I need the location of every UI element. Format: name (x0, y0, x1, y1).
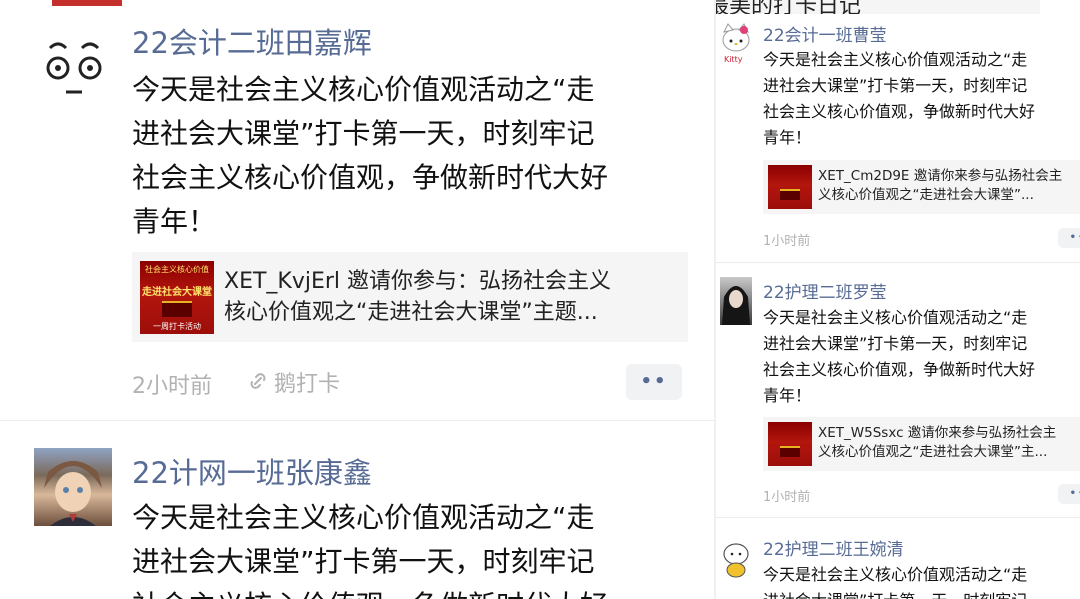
post-text: 今天是社会主义核心价值观活动之“走 进社会大课堂”打卡第一天，时刻牢记 (763, 562, 1080, 599)
link-thumbnail: 社会主义核心价值 走进社会大课堂 一周打卡活动 (140, 261, 214, 334)
feed-post: 22会计二班田嘉辉 今天是社会主义核心价值观活动之“走 进社会大课堂”打卡第一天… (0, 0, 716, 420)
hello-kitty-icon: Kitty (722, 23, 750, 64)
post-text-line: 社会主义核心价值观，争做新时代大好 (132, 161, 609, 194)
post-text: 今天是社会主义核心价值观活动之“走 进社会大课堂”打卡第一天，时刻牢记 社会主义… (132, 68, 702, 244)
avatar[interactable] (720, 277, 752, 325)
author-name[interactable]: 22会计二班田嘉辉 (132, 20, 372, 62)
link-card-text: XET_Cm2D9E 邀请你来参与弘扬社会主 义核心价值观之“走进社会大课堂”.… (818, 167, 1080, 205)
post-text-line: 今天是社会主义核心价值观活动之“走 (763, 565, 1028, 584)
post-time: 1小时前 (763, 490, 811, 505)
post-time: 2小时前 (132, 374, 212, 399)
shared-link-card[interactable]: XET_W5Ssxc 邀请你来参与弘扬社会主 义核心价值观之“走进社会大课堂”主… (763, 417, 1080, 471)
feed-post: 22护理二班王婉清 今天是社会主义核心价值观活动之“走 进社会大课堂”打卡第一天… (716, 518, 1080, 599)
link-card-line: XET_Cm2D9E 邀请你来参与弘扬社会主 (818, 168, 1063, 184)
left-feed-panel: 22会计二班田嘉辉 今天是社会主义核心价值观活动之“走 进社会大课堂”打卡第一天… (0, 0, 716, 599)
portrait-icon (722, 286, 750, 325)
post-text-line: 今天是社会主义核心价值观活动之“走 (763, 50, 1028, 69)
post-text-line: 今天是社会主义核心价值观活动之“走 (132, 501, 595, 534)
author-name[interactable]: 22护理二班罗莹 (763, 278, 887, 303)
link-card-line: XET_KvjErl 邀请你参与：弘扬社会主义 (224, 269, 612, 294)
post-text-line: 青年！ (763, 128, 812, 147)
more-actions-button[interactable]: •• (1058, 484, 1080, 504)
author-name[interactable]: 22会计一班曹莹 (763, 21, 887, 46)
more-actions-button[interactable]: •• (1058, 228, 1080, 248)
link-card-text: XET_KvjErl 邀请你参与：弘扬社会主义 核心价值观之“走进社会大课堂”主… (224, 266, 680, 328)
anime-avatar-icon (44, 461, 102, 526)
right-feed-panel: 国际学院风采 最美的打卡日记 Kitty 22会计一班曹莹 今天是社会主义核心价… (716, 0, 1080, 599)
post-text-line: 青年！ (763, 386, 812, 405)
link-thumbnail (768, 165, 812, 209)
gate-icon (162, 301, 192, 317)
bear-cartoon-icon (723, 543, 749, 578)
gate-icon (780, 189, 800, 200)
thumb-title: 走进社会大课堂 (142, 287, 212, 298)
author-name[interactable]: 22护理二班王婉清 (763, 535, 904, 560)
link-card-text: XET_W5Ssxc 邀请你来参与弘扬社会主 义核心价值观之“走进社会大课堂”主… (818, 424, 1080, 462)
feed-post: 22计网一班张康鑫 今天是社会主义核心价值观活动之“走 进社会大课堂”打卡第一天… (0, 421, 716, 599)
avatar[interactable] (720, 536, 752, 580)
post-text-line: 社会主义核心价值观，争做新时代大好 (763, 102, 1036, 121)
shared-link-card[interactable]: 社会主义核心价值 走进社会大课堂 一周打卡活动 XET_KvjErl 邀请你参与… (132, 252, 688, 342)
svg-text:Kitty: Kitty (724, 55, 743, 64)
link-thumbnail (768, 422, 812, 466)
post-time: 1小时前 (763, 234, 811, 249)
post-text-line: 青年！ (132, 205, 217, 238)
post-text-line: 进社会大课堂”打卡第一天，时刻牢记 (763, 588, 1080, 599)
avatar[interactable]: Kitty (720, 20, 752, 66)
post-text: 今天是社会主义核心价值观活动之“走 进社会大课堂”打卡第一天，时刻牢记 社会主义… (763, 305, 1080, 409)
gate-icon (780, 446, 800, 457)
feed-post: Kitty 22会计一班曹莹 今天是社会主义核心价值观活动之“走 进社会大课堂”… (716, 0, 1080, 262)
link-icon (250, 373, 266, 389)
post-text-line: 今天是社会主义核心价值观活动之“走 (763, 308, 1028, 327)
thumb-caption: 社会主义核心价值 (145, 265, 209, 274)
link-card-line: 义核心价值观之“走进社会大课堂”... (818, 187, 1034, 203)
post-text-line: 社会主义核心价值观，争做新时代大好 (763, 360, 1036, 379)
shared-link-card[interactable]: XET_Cm2D9E 邀请你来参与弘扬社会主 义核心价值观之“走进社会大课堂”.… (763, 160, 1080, 214)
post-text-line: 进社会大课堂”打卡第一天，时刻牢记 (763, 76, 1028, 95)
avatar[interactable] (34, 448, 112, 526)
post-text-line: 进社会大课堂”打卡第一天，时刻牢记 (763, 334, 1028, 353)
post-text-line: 社会主义核心价值观，争做新时代大好 (132, 584, 702, 599)
more-actions-button[interactable]: •• (626, 364, 682, 400)
cartoon-face-icon (46, 42, 102, 94)
post-text: 今天是社会主义核心价值观活动之“走 进社会大课堂”打卡第一天，时刻牢记 社会主义… (763, 47, 1080, 151)
post-text-line: 进社会大课堂”打卡第一天，时刻牢记 (132, 117, 595, 150)
source-label: 鹅打卡 (274, 372, 341, 397)
link-card-line: 核心价值观之“走进社会大课堂”主题... (224, 300, 598, 325)
post-text: 今天是社会主义核心价值观活动之“走 进社会大课堂”打卡第一天，时刻牢记 社会主义… (132, 496, 702, 599)
feed-post: 22护理二班罗莹 今天是社会主义核心价值观活动之“走 进社会大课堂”打卡第一天，… (716, 263, 1080, 517)
link-card-line: 义核心价值观之“走进社会大课堂”主... (818, 444, 1048, 460)
post-text-line: 今天是社会主义核心价值观活动之“走 (132, 73, 595, 106)
author-name[interactable]: 22计网一班张康鑫 (132, 450, 372, 492)
link-card-line: XET_W5Ssxc 邀请你来参与弘扬社会主 (818, 425, 1057, 441)
thumb-footer: 一周打卡活动 (153, 322, 201, 331)
avatar[interactable] (36, 30, 112, 106)
post-text-line: 进社会大课堂”打卡第一天，时刻牢记 (132, 545, 595, 578)
